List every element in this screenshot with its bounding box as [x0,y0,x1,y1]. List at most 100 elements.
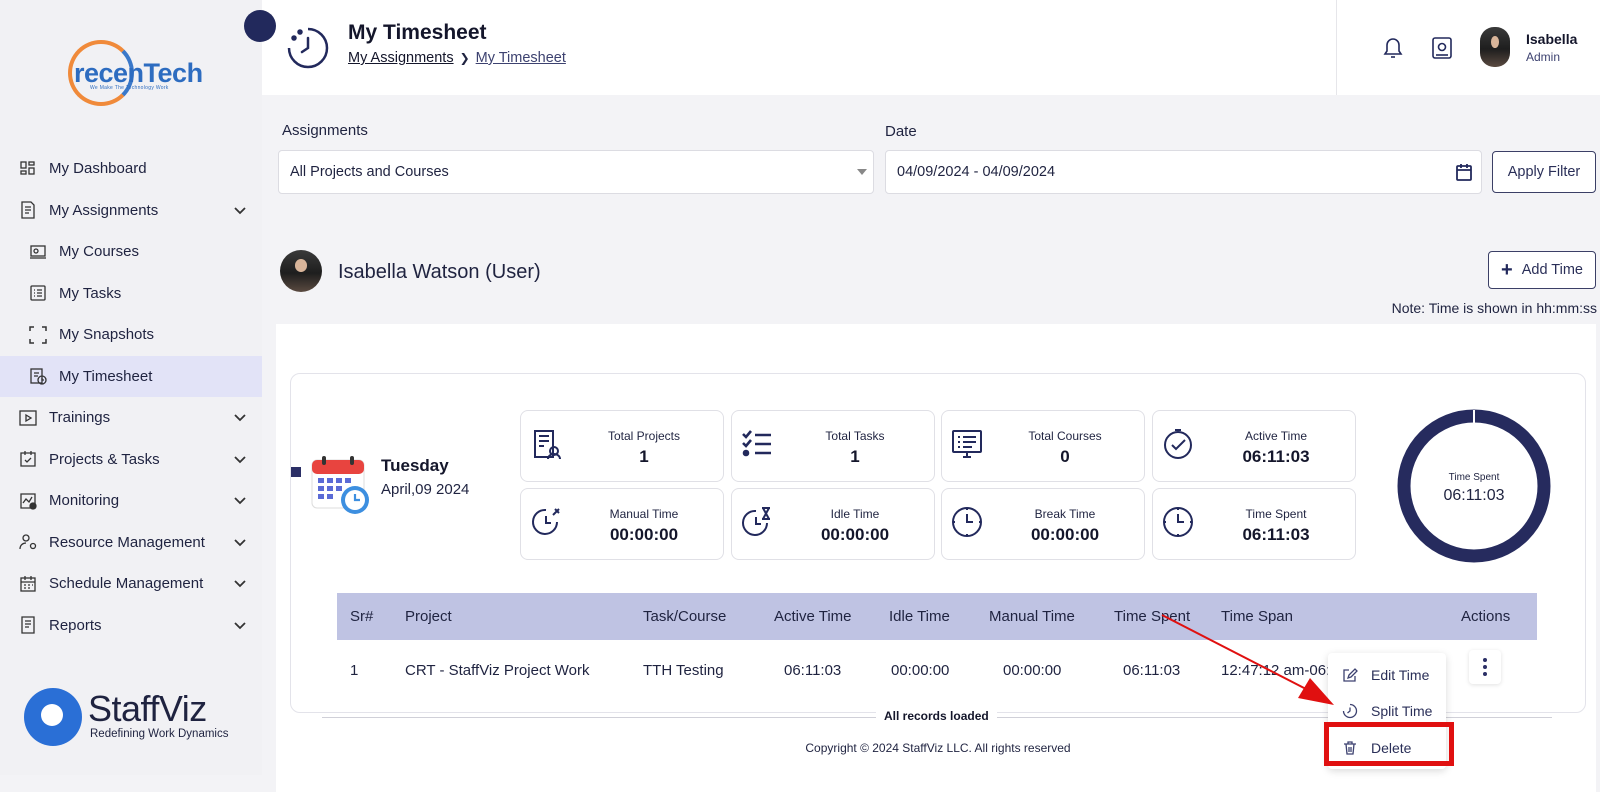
table-cell: 06:11:03 [784,662,842,679]
clock-check-icon [1161,427,1195,461]
date-range-input[interactable]: 04/09/2024 - 04/09/2024 [885,150,1482,194]
column-header[interactable]: Sr# [350,608,373,625]
split-clock-icon [1342,703,1358,719]
avatar [280,250,322,292]
stat-value: 06:11:03 [1242,447,1310,466]
chevron-down-icon[interactable] [232,575,248,591]
sidebar-item-assignments[interactable]: My Assignments [0,190,262,232]
time-spent-donut [1397,409,1551,563]
stat-break-time: Break Time 00:00:00 [941,488,1145,560]
calendar-icon[interactable] [1455,162,1473,182]
timesheet-icon [28,366,48,386]
sidebar-item-label: My Courses [59,243,140,261]
assignments-icon [18,200,38,220]
book-gear-icon[interactable] [1431,36,1453,60]
header-divider [1336,0,1337,95]
sidebar-item-projects[interactable]: Projects & Tasks [0,439,262,481]
sidebar-item-tasks[interactable]: My Tasks [0,273,262,315]
sidebar-item-label: Reports [49,616,102,634]
chevron-down-icon[interactable] [232,617,248,633]
sidebar-item-dashboard[interactable]: My Dashboard [0,148,262,190]
apply-filter-button[interactable]: Apply Filter [1492,151,1596,193]
stat-title: Total Projects [607,429,681,443]
sidebar-item-snapshots[interactable]: My Snapshots [0,314,262,356]
sidebar-item-reports[interactable]: Reports [0,605,262,647]
column-header[interactable]: Time Spent [1114,608,1190,625]
stat-value: 0 [1060,447,1070,466]
column-header: Actions [1461,608,1511,625]
column-header[interactable]: Manual Time [989,608,1075,625]
sidebar-nav: My Dashboard My Assignments My Courses M… [0,148,262,646]
column-header[interactable]: Task/Course [643,608,726,625]
schedule-icon [18,574,38,594]
stat-total-courses: Total Courses 0 [941,410,1145,482]
edit-icon [1343,668,1358,682]
menu-item-label: Edit Time [1371,667,1430,683]
caret-down-icon [857,169,867,175]
chevron-down-icon[interactable] [232,492,248,508]
stat-value: 00:00:00 [820,525,890,544]
time-format-note: Note: Time is shown in hh:mm:ss [1391,300,1597,316]
monitor-list-icon [950,427,984,461]
timesheet-user-name: Isabella Watson (User) [338,261,541,283]
plus-icon: + [1501,258,1513,281]
sidebar-item-resource-management[interactable]: Resource Management [0,522,262,564]
sidebar-toggle[interactable] [244,10,276,42]
column-header[interactable]: Project [405,608,452,625]
date-range-value: 04/09/2024 - 04/09/2024 [897,164,1056,180]
sidebar-item-label: My Snapshots [59,326,155,344]
stat-value: 1 [850,447,860,466]
stat-value: 00:00:00 [609,525,679,544]
chevron-down-icon[interactable] [232,534,248,550]
checklist-icon [740,427,774,461]
assignments-select[interactable]: All Projects and Courses [278,150,874,194]
bell-icon[interactable] [1382,36,1404,60]
donut-ring [1397,409,1551,563]
table-cell: 12:47:12 am-06: [1221,662,1331,679]
stat-manual-time: Manual Time 00:00:00 [520,488,724,560]
stat-total-tasks: Total Tasks 1 [731,410,935,482]
column-header[interactable]: Active Time [774,608,852,625]
stat-title: Manual Time [609,507,679,521]
clock-icon [1161,505,1195,539]
sidebar-item-monitoring[interactable]: Monitoring [0,480,262,522]
breadcrumb-timesheet[interactable]: My Timesheet [476,50,566,66]
assignments-select-value: All Projects and Courses [290,164,449,180]
sidebar: recenTech We Make The Technology Work My… [0,0,262,775]
records-loaded-text: All records loaded [876,709,997,723]
staffviz-logo: StaffViz Redefining Work Dynamics [24,686,252,748]
row-actions-button[interactable] [1469,650,1501,684]
column-header[interactable]: Idle Time [889,608,950,625]
logo-tagline: We Make The Technology Work [90,85,169,91]
sidebar-item-label: My Tasks [59,284,122,302]
table-header: Sr# Project Task/Course Active Time Idle… [337,593,1537,640]
table-cell: 06:11:03 [1123,662,1181,679]
courses-icon [28,242,48,262]
avatar[interactable] [1480,27,1510,67]
monitoring-icon [18,491,38,511]
sidebar-item-courses[interactable]: My Courses [0,231,262,273]
clock-icon [950,505,984,539]
projects-doc-icon [529,427,563,461]
table-cell: 00:00:00 [1003,662,1062,679]
chevron-down-icon[interactable] [232,451,248,467]
sidebar-item-trainings[interactable]: Trainings [0,397,262,439]
add-time-button[interactable]: + Add Time [1488,251,1596,289]
menu-item-edit-time[interactable]: Edit Time [1328,658,1446,692]
chevron-down-icon[interactable] [232,202,248,218]
clock-hourglass-icon [740,505,774,539]
stat-title: Break Time [1034,507,1096,521]
sidebar-item-label: My Timesheet [59,367,153,385]
calendar-clock-icon [311,456,369,514]
column-header[interactable]: Time Span [1221,608,1293,625]
sidebar-item-timesheet[interactable]: My Timesheet [0,355,262,397]
stat-title: Idle Time [830,507,880,521]
delete-highlight-box [1324,722,1454,766]
sidebar-item-label: Projects & Tasks [49,450,160,468]
snapshots-icon [28,325,48,345]
day-name: Tuesday [381,456,449,475]
chevron-down-icon[interactable] [232,409,248,425]
table-cell: 1 [350,662,359,679]
sidebar-item-schedule-management[interactable]: Schedule Management [0,563,262,605]
breadcrumb-assignments[interactable]: My Assignments [348,50,454,66]
